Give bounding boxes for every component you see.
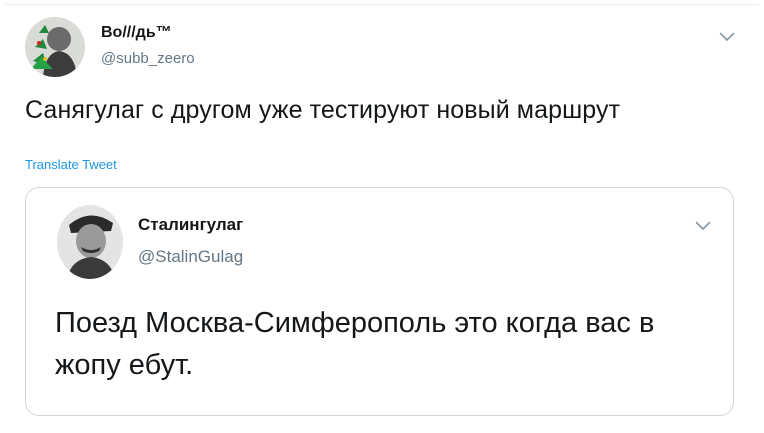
tweet: Во///дь™ @subb_zeero Санягулаг с другом …	[0, 0, 764, 433]
avatar-image	[25, 17, 85, 77]
quoted-avatar-image	[57, 205, 123, 279]
avatar[interactable]	[25, 17, 85, 77]
quoted-avatar[interactable]	[57, 205, 123, 279]
quoted-author-handle[interactable]: @StalinGulag	[138, 247, 243, 267]
divider	[5, 4, 759, 5]
quoted-author-name[interactable]: Сталингулаг	[138, 215, 243, 235]
author-handle[interactable]: @subb_zeero	[101, 50, 195, 67]
quoted-tweet-text: Поезд Москва-Симферополь это когда вас в…	[55, 307, 655, 381]
author-name[interactable]: Во///дь™	[101, 24, 172, 42]
chevron-down-icon[interactable]	[719, 29, 735, 41]
chevron-down-icon[interactable]	[695, 218, 711, 230]
translate-tweet-link[interactable]: Translate Tweet	[25, 157, 117, 172]
tweet-text: Санягулаг с другом уже тестируют новый м…	[25, 96, 621, 124]
